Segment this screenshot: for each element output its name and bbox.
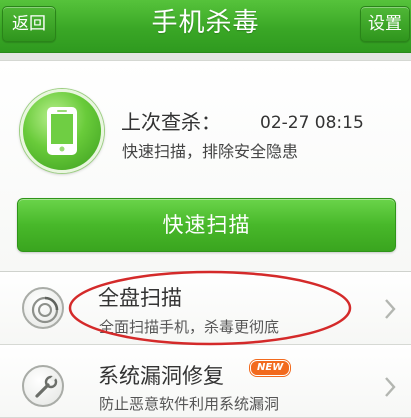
phone-icon xyxy=(20,89,104,173)
quick-scan-button[interactable]: 快速扫描 xyxy=(17,198,396,252)
vulnerability-fix-subtitle: 防止恶意软件利用系统漏洞 xyxy=(99,395,280,413)
full-scan-title: 全盘扫描 xyxy=(98,286,182,310)
scan-subtitle: 快速扫描，排除安全隐患 xyxy=(122,142,299,161)
last-scan-time: 02-27 08:15 xyxy=(260,113,364,133)
disk-scan-icon xyxy=(22,287,64,329)
chevron-right-icon xyxy=(385,299,396,319)
settings-button[interactable]: 设置 xyxy=(360,6,410,42)
last-scan-label: 上次查杀： xyxy=(121,110,221,134)
new-badge: NEW xyxy=(250,360,291,376)
full-scan-item[interactable]: 全盘扫描 全面扫描手机，杀毒更彻底 xyxy=(0,272,411,345)
app-header: 返回 手机杀毒 设置 xyxy=(0,0,411,53)
vulnerability-fix-item[interactable]: 系统漏洞修复 NEW 防止恶意软件利用系统漏洞 xyxy=(0,345,411,418)
chevron-right-icon xyxy=(385,377,396,397)
vulnerability-fix-title: 系统漏洞修复 xyxy=(98,364,224,388)
full-scan-subtitle: 全面扫描手机，杀毒更彻底 xyxy=(99,318,280,336)
wrench-icon xyxy=(22,365,64,407)
page-title: 手机杀毒 xyxy=(151,8,260,38)
